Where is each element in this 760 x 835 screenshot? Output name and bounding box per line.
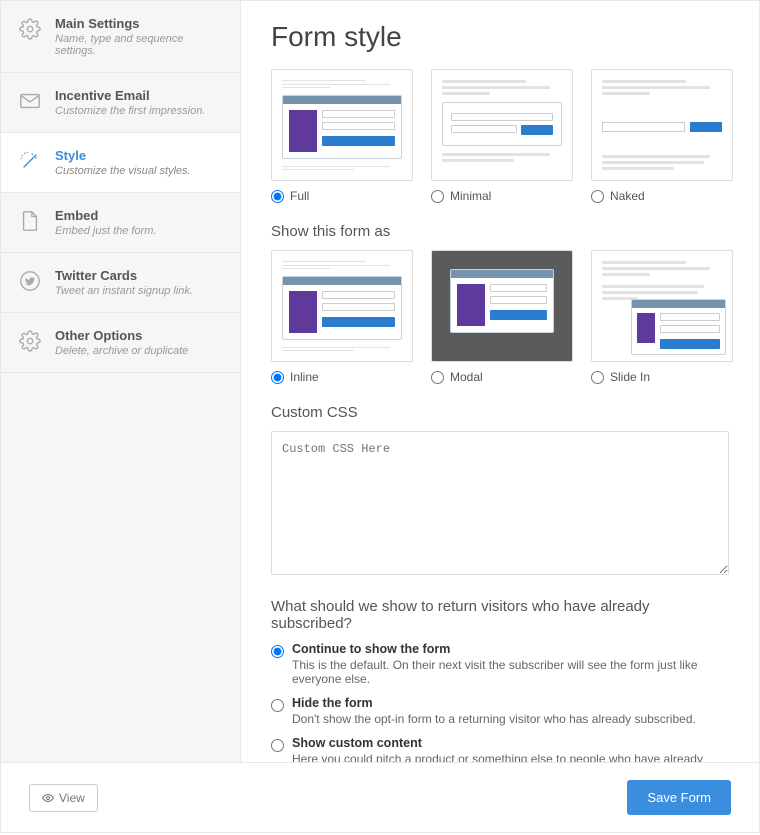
sidebar-item-subtitle: Customize the first impression.: [55, 105, 222, 117]
return-option-desc: Here you could pitch a product or someth…: [292, 752, 729, 762]
sidebar-item-title: Incentive Email: [55, 88, 222, 103]
custom-css-textarea[interactable]: [271, 431, 729, 575]
sidebar-item-title: Twitter Cards: [55, 268, 222, 283]
sidebar-item-title: Style: [55, 148, 222, 163]
sidebar-item-title: Main Settings: [55, 16, 222, 31]
showas-thumb-slidein[interactable]: [591, 250, 733, 362]
radio-full[interactable]: [271, 190, 284, 203]
style-option-label: Full: [290, 189, 309, 203]
return-option-title: Continue to show the form: [292, 642, 729, 656]
save-button[interactable]: Save Form: [627, 780, 731, 815]
view-button[interactable]: View: [29, 784, 98, 812]
showas-option-label: Slide In: [610, 370, 650, 384]
showas-option-slidein[interactable]: Slide In: [591, 370, 733, 384]
showas-option-label: Modal: [450, 370, 483, 384]
sidebar-item-embed[interactable]: Embed Embed just the form.: [1, 193, 240, 253]
radio-return-hide[interactable]: [271, 699, 284, 712]
sidebar-item-twitter-cards[interactable]: Twitter Cards Tweet an instant signup li…: [1, 253, 240, 313]
sidebar-item-subtitle: Customize the visual styles.: [55, 165, 222, 177]
radio-return-continue[interactable]: [271, 645, 284, 658]
style-thumb-full[interactable]: [271, 69, 413, 181]
style-thumb-minimal[interactable]: [431, 69, 573, 181]
sidebar-item-subtitle: Name, type and sequence settings.: [55, 33, 222, 57]
radio-minimal[interactable]: [431, 190, 444, 203]
return-visitor-question: What should we show to return visitors w…: [271, 598, 729, 632]
showas-option-modal[interactable]: Modal: [431, 370, 573, 384]
sidebar-item-subtitle: Embed just the form.: [55, 225, 222, 237]
magic-wand-icon: [19, 150, 41, 172]
twitter-icon: [19, 270, 41, 292]
radio-return-custom[interactable]: [271, 739, 284, 752]
showas-thumb-inline[interactable]: [271, 250, 413, 362]
envelope-icon: [19, 90, 41, 112]
file-icon: [19, 210, 41, 232]
sidebar: Main Settings Name, type and sequence se…: [1, 1, 241, 762]
style-option-naked[interactable]: Naked: [591, 189, 733, 203]
sidebar-item-subtitle: Delete, archive or duplicate: [55, 345, 222, 357]
eye-icon: [42, 792, 54, 804]
view-button-label: View: [59, 791, 85, 805]
radio-modal[interactable]: [431, 371, 444, 384]
show-as-header: Show this form as: [271, 223, 729, 240]
showas-option-inline[interactable]: Inline: [271, 370, 413, 384]
gear-icon: [19, 330, 41, 352]
style-option-label: Minimal: [450, 189, 491, 203]
return-option-desc: Don't show the opt-in form to a returnin…: [292, 712, 696, 726]
return-option-desc: This is the default. On their next visit…: [292, 658, 729, 686]
radio-naked[interactable]: [591, 190, 604, 203]
return-option-title: Show custom content: [292, 736, 729, 750]
radio-inline[interactable]: [271, 371, 284, 384]
showas-thumb-modal[interactable]: [431, 250, 573, 362]
sidebar-item-title: Other Options: [55, 328, 222, 343]
page-title: Form style: [271, 21, 729, 53]
custom-css-header: Custom CSS: [271, 404, 729, 421]
radio-slidein[interactable]: [591, 371, 604, 384]
gear-icon: [19, 18, 41, 40]
sidebar-item-subtitle: Tweet an instant signup link.: [55, 285, 222, 297]
sidebar-item-main-settings[interactable]: Main Settings Name, type and sequence se…: [1, 1, 240, 73]
style-option-label: Naked: [610, 189, 645, 203]
main-content: Form style: [241, 1, 759, 762]
return-option-title: Hide the form: [292, 696, 696, 710]
sidebar-item-other-options[interactable]: Other Options Delete, archive or duplica…: [1, 313, 240, 373]
sidebar-item-title: Embed: [55, 208, 222, 223]
style-option-minimal[interactable]: Minimal: [431, 189, 573, 203]
sidebar-item-incentive-email[interactable]: Incentive Email Customize the first impr…: [1, 73, 240, 133]
sidebar-item-style[interactable]: Style Customize the visual styles.: [1, 133, 240, 193]
style-option-full[interactable]: Full: [271, 189, 413, 203]
showas-option-label: Inline: [290, 370, 319, 384]
style-thumb-naked[interactable]: [591, 69, 733, 181]
footer: View Save Form: [0, 763, 760, 833]
